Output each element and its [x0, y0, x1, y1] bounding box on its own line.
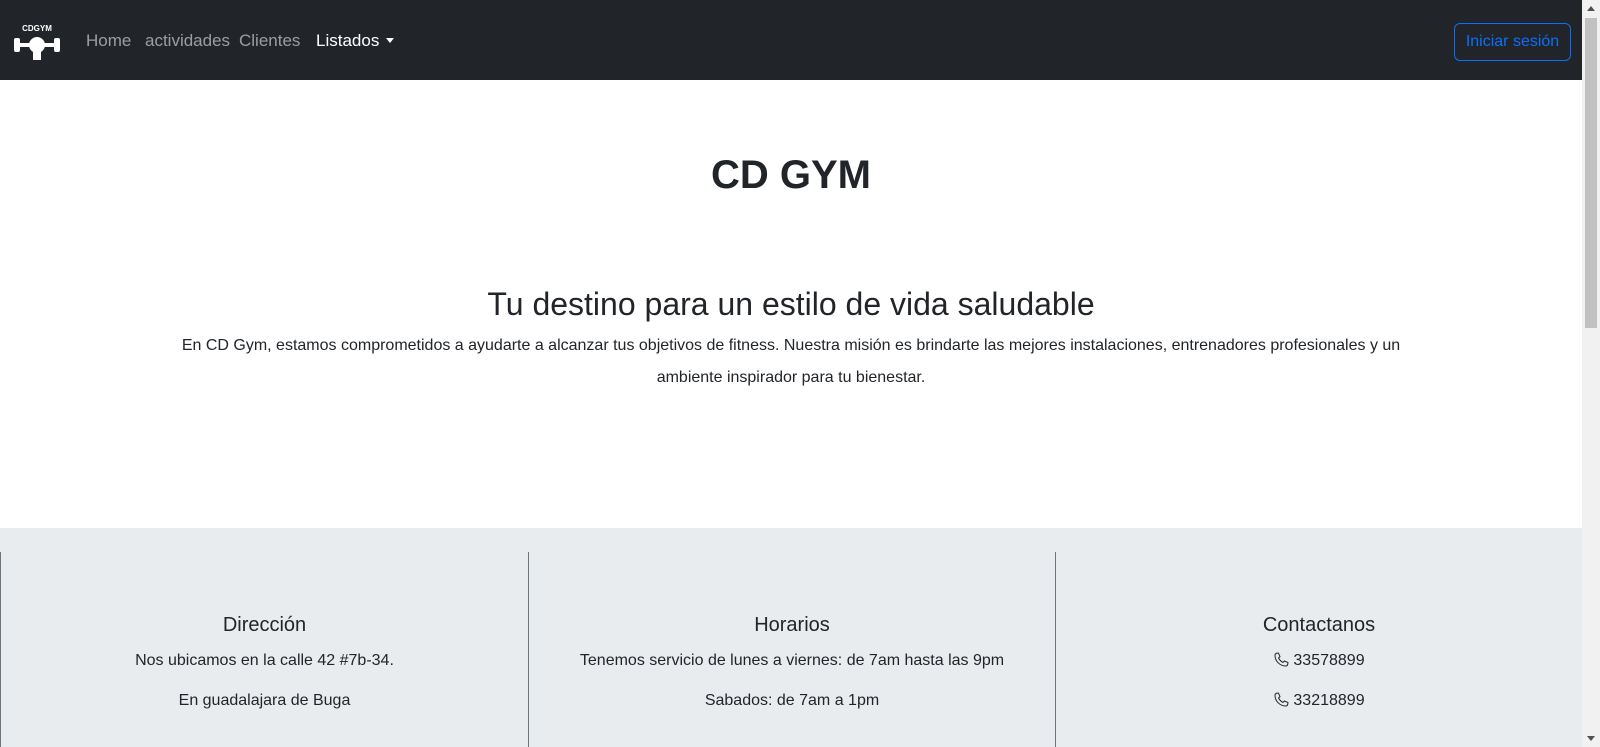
hours-line-2: Sabados: de 7am a 1pm	[704, 692, 880, 709]
nav-listados-dropdown[interactable]: Listados	[316, 31, 395, 51]
nav-clientes[interactable]: Clientes	[239, 31, 300, 51]
phone-icon	[1274, 692, 1289, 707]
hours-title: Horarios	[754, 614, 830, 636]
address-title: Dirección	[222, 614, 307, 636]
login-button[interactable]: Iniciar sesión	[1454, 23, 1571, 61]
contact-phone-1: 33578899	[1056, 651, 1582, 671]
address-column: Dirección Nos ubicamos en la calle 42 #7…	[0, 552, 528, 747]
nav-home[interactable]: Home	[86, 31, 131, 51]
phone-number-1: 33578899	[1293, 652, 1365, 669]
logo-icon[interactable]: CDGYM	[12, 22, 62, 60]
scroll-thumb[interactable]	[1585, 18, 1597, 328]
contact-phone-2: 33218899	[1056, 691, 1582, 711]
address-line-1: Nos ubicamos en la calle 42 #7b-34.	[135, 652, 394, 669]
scroll-down-icon[interactable]	[1587, 736, 1595, 741]
address-line-2: En guadalajara de Buga	[178, 692, 351, 709]
phone-number-2: 33218899	[1293, 692, 1365, 709]
footer: Dirección Nos ubicamos en la calle 42 #7…	[0, 528, 1582, 747]
logo-text: CDGYM	[22, 24, 52, 33]
scroll-up-icon[interactable]	[1587, 6, 1595, 11]
nav-listados-label: Listados	[316, 31, 380, 50]
contact-title: Contactanos	[1262, 614, 1376, 636]
hero-description: En CD Gym, estamos comprometidos a ayuda…	[181, 337, 1401, 386]
hours-line-1: Tenemos servicio de lunes a viernes: de …	[579, 652, 1005, 669]
navbar: CDGYM Home actividades Clientes Listados…	[0, 0, 1582, 80]
nav-actividades[interactable]: actividades	[145, 31, 230, 51]
phone-icon	[1274, 652, 1289, 667]
vertical-scrollbar[interactable]	[1582, 0, 1600, 747]
page-title: CD GYM	[711, 153, 871, 197]
contact-column: Contactanos 33578899 33218899	[1055, 552, 1582, 747]
caret-down-icon	[386, 38, 395, 43]
hero-subtitle: Tu destino para un estilo de vida saluda…	[487, 286, 1095, 322]
hours-column: Horarios Tenemos servicio de lunes a vie…	[528, 552, 1055, 747]
